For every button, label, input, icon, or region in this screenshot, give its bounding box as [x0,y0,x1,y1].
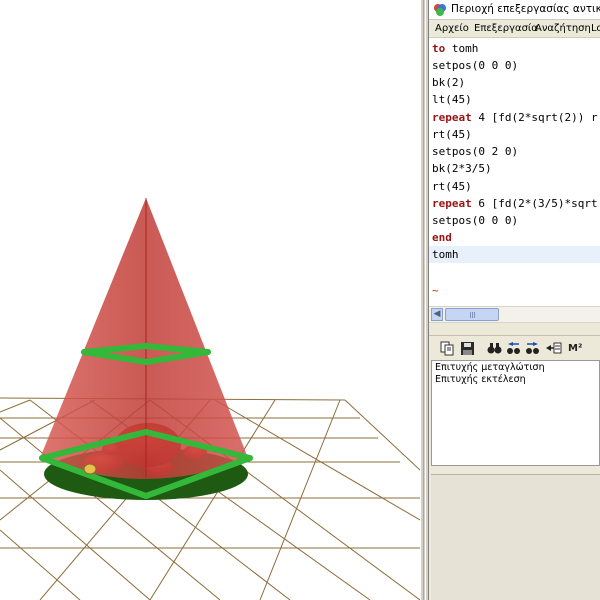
find-next-icon[interactable] [524,340,541,357]
save-icon[interactable] [459,340,476,357]
output-console[interactable]: Επιτυχής μεταγλώτιση Επιτυχής εκτέλεση [431,360,600,466]
turtle-icon [83,463,97,475]
menu-search[interactable]: Αναζήτηση [535,23,591,34]
window-title: Περιοχή επεξεργασίας αντικειμένων [451,3,600,15]
code-line: setpos(0 0 0) [432,59,519,72]
code-line: to tomh [432,42,479,55]
app-icon [434,4,446,16]
cone-body [40,198,248,479]
menu-more[interactable]: Lo [591,23,600,34]
code-line: setpos(0 2 0) [432,145,519,158]
code-line: end [432,231,452,244]
editor-panel: Περιοχή επεξεργασίας αντικειμένων Αρχείο… [429,0,600,600]
scroll-left-icon[interactable]: ◀ [431,308,443,321]
memory-icon[interactable]: M² [568,340,585,357]
insert-icon[interactable] [545,340,562,357]
code-line: repeat 6 [fd(2*(3/5)*sqrt [432,197,598,210]
find-icon[interactable] [486,340,503,357]
output-line: Επιτυχής εκτέλεση [435,374,526,385]
code-line: rt(45) [432,180,472,193]
code-line-current: tomh [429,246,600,263]
scroll-thumb[interactable] [445,308,499,321]
output-line: Επιτυχής μεταγλώτιση [435,362,545,373]
code-line: lt(45) [432,93,472,106]
horizontal-scrollbar[interactable]: ◀ [429,306,600,323]
output-toolbar: M² [429,335,600,360]
code-line: repeat 4 [fd(2*sqrt(2)) r [432,111,598,124]
find-previous-icon[interactable] [505,340,522,357]
end-marker: ~ [432,284,439,297]
panel-splitter[interactable] [420,0,429,600]
menu-file[interactable]: Αρχείο [435,23,469,34]
copy-icon[interactable] [439,340,456,357]
code-line: bk(2*3/5) [432,162,492,175]
code-line: setpos(0 0 0) [432,214,519,227]
scene-canvas [0,198,420,600]
code-line: bk(2) [432,76,466,89]
code-editor[interactable]: to tomh setpos(0 0 0) bk(2) lt(45) repea… [429,38,600,306]
menu-edit[interactable]: Επεξεργασία [474,23,538,34]
menu-bar: Αρχείο Επεξεργασία Αναζήτηση Lo [429,20,600,38]
3d-viewport[interactable] [0,0,420,600]
title-bar: Περιοχή επεξεργασίας αντικειμένων [429,0,600,20]
code-line: rt(45) [432,128,472,141]
bottom-panel [429,466,600,600]
